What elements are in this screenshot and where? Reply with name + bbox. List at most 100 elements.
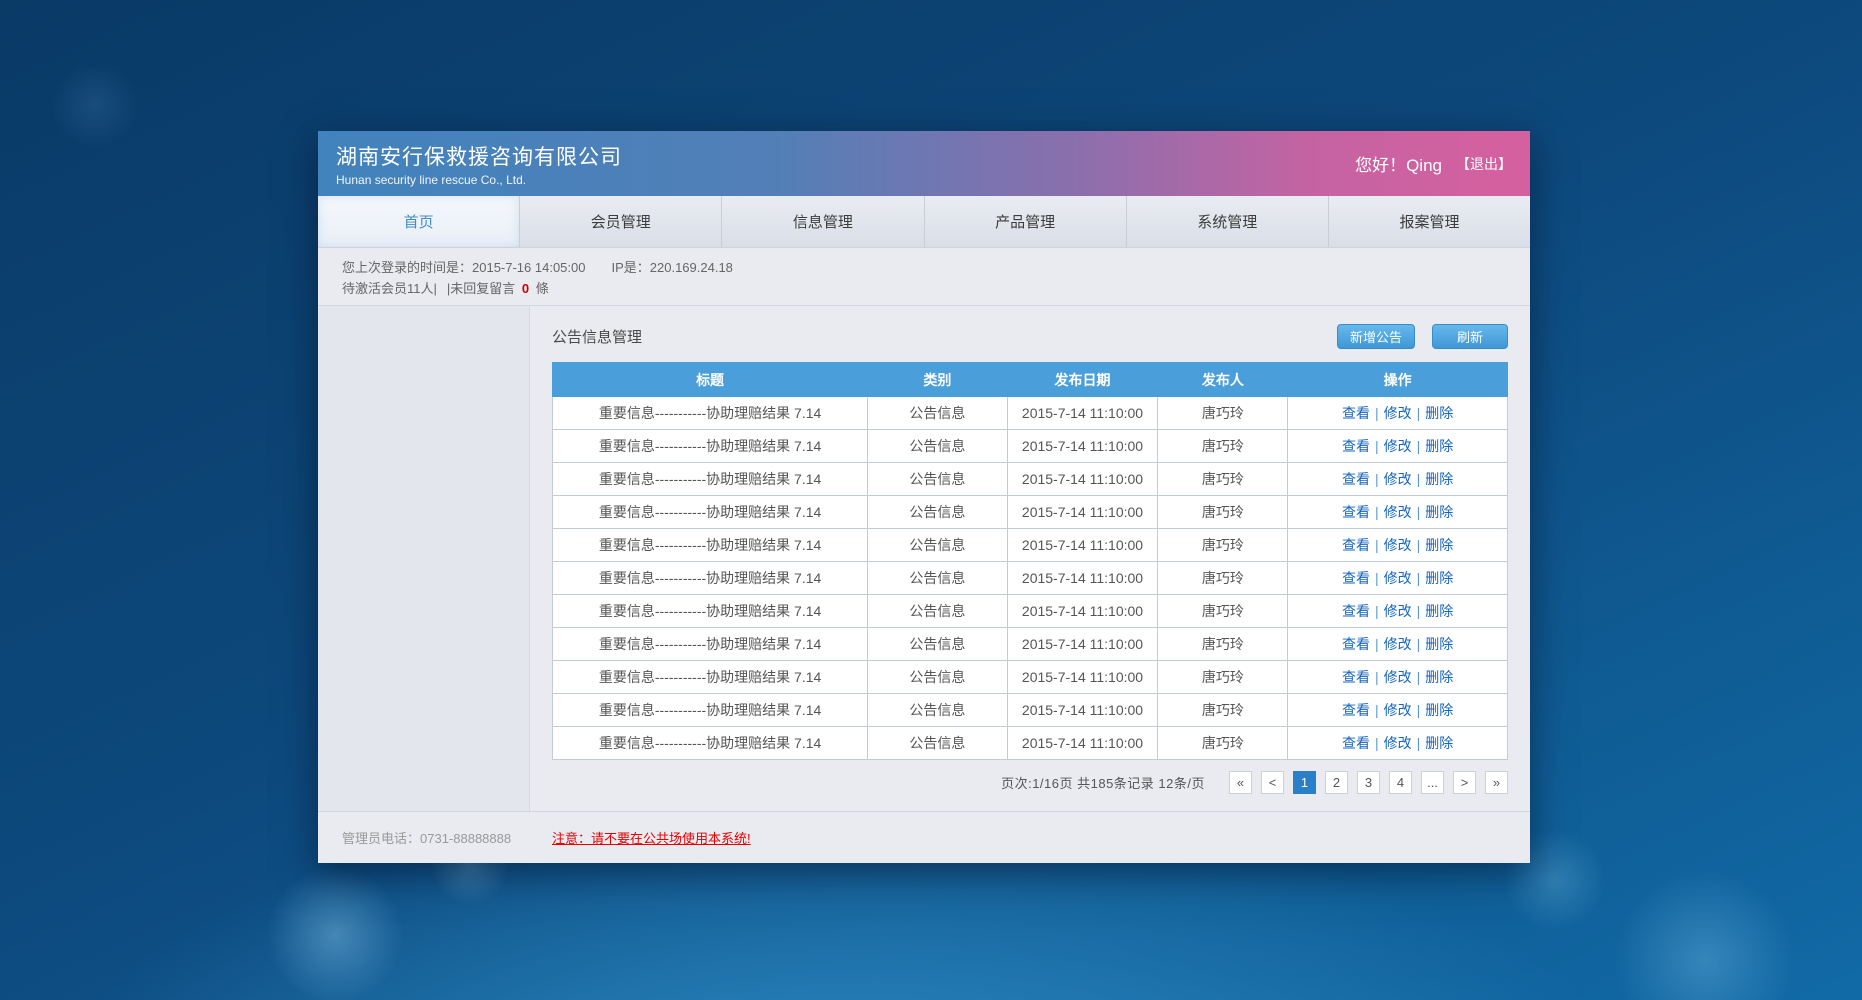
action-separator: | <box>1417 438 1421 454</box>
view-link[interactable]: 查看 <box>1342 504 1370 520</box>
publisher-name: 唐巧玲 <box>1158 463 1288 496</box>
publisher-name: 唐巧玲 <box>1158 430 1288 463</box>
app-header: 湖南安行保救援咨询有限公司 Hunan security line rescue… <box>318 131 1530 196</box>
view-link[interactable]: 查看 <box>1342 405 1370 421</box>
nav-tab-member-management[interactable]: 会员管理 <box>520 196 722 247</box>
company-name: 湖南安行保救援咨询有限公司 <box>336 141 622 171</box>
table-header-row: 标题类别发布日期发布人操作 <box>553 363 1508 397</box>
view-link[interactable]: 查看 <box>1342 570 1370 586</box>
column-header: 标题 <box>553 363 868 397</box>
announcement-title: 重要信息-----------协助理赔结果 7.14 <box>553 595 868 628</box>
company-name-en: Hunan security line rescue Co., Ltd. <box>336 173 622 187</box>
refresh-button[interactable]: 刷新 <box>1432 324 1508 349</box>
delete-link[interactable]: 删除 <box>1425 570 1453 586</box>
greeting-text: 您好！Qing <box>1355 151 1442 176</box>
pagination-bar: 页次:1/16页 共185条记录 12条/页 « <1234... > » <box>552 771 1508 794</box>
delete-link[interactable]: 删除 <box>1425 735 1453 751</box>
edit-link[interactable]: 修改 <box>1384 405 1412 421</box>
announcement-category: 公告信息 <box>868 595 1007 628</box>
view-link[interactable]: 查看 <box>1342 735 1370 751</box>
publish-date: 2015-7-14 11:10:00 <box>1007 430 1158 463</box>
announcement-title: 重要信息-----------协助理赔结果 7.14 <box>553 397 868 430</box>
edit-link[interactable]: 修改 <box>1384 702 1412 718</box>
nav-tab-case-report-management[interactable]: 报案管理 <box>1329 196 1530 247</box>
action-separator: | <box>1375 471 1379 487</box>
app-footer: 管理员电话：0731-88888888 注意：请不要在公共场使用本系统! <box>318 811 1530 863</box>
delete-link[interactable]: 删除 <box>1425 438 1453 454</box>
toolbar: 新增公告 刷新 <box>1337 324 1508 349</box>
edit-link[interactable]: 修改 <box>1384 504 1412 520</box>
action-separator: | <box>1375 504 1379 520</box>
announcement-category: 公告信息 <box>868 661 1007 694</box>
table-row: 重要信息-----------协助理赔结果 7.14公告信息2015-7-14 … <box>553 661 1508 694</box>
publisher-name: 唐巧玲 <box>1158 562 1288 595</box>
edit-link[interactable]: 修改 <box>1384 735 1412 751</box>
action-separator: | <box>1417 603 1421 619</box>
row-actions: 查看|修改|删除 <box>1288 727 1508 760</box>
content-area: 公告信息管理 新增公告 刷新 标题类别发布日期发布人操作 重要信息-------… <box>530 306 1530 811</box>
table-row: 重要信息-----------协助理赔结果 7.14公告信息2015-7-14 … <box>553 496 1508 529</box>
view-link[interactable]: 查看 <box>1342 636 1370 652</box>
edit-link[interactable]: 修改 <box>1384 471 1412 487</box>
app-window: 湖南安行保救援咨询有限公司 Hunan security line rescue… <box>318 131 1530 863</box>
view-link[interactable]: 查看 <box>1342 702 1370 718</box>
delete-link[interactable]: 删除 <box>1425 669 1453 685</box>
prev-page-button[interactable]: < <box>1261 771 1284 794</box>
action-separator: | <box>1375 636 1379 652</box>
publisher-name: 唐巧玲 <box>1158 595 1288 628</box>
table-row: 重要信息-----------协助理赔结果 7.14公告信息2015-7-14 … <box>553 397 1508 430</box>
table-row: 重要信息-----------协助理赔结果 7.14公告信息2015-7-14 … <box>553 562 1508 595</box>
page-button-3[interactable]: 3 <box>1357 771 1380 794</box>
unreplied-count-badge: 0 <box>519 281 532 296</box>
nav-tab-home[interactable]: 首页 <box>318 196 520 247</box>
announcement-title: 重要信息-----------协助理赔结果 7.14 <box>553 694 868 727</box>
edit-link[interactable]: 修改 <box>1384 669 1412 685</box>
announcement-category: 公告信息 <box>868 562 1007 595</box>
pagination-summary: 页次:1/16页 共185条记录 12条/页 <box>1001 773 1205 792</box>
main-nav: 首页会员管理信息管理产品管理系统管理报案管理 <box>318 196 1530 248</box>
action-separator: | <box>1375 570 1379 586</box>
delete-link[interactable]: 删除 <box>1425 504 1453 520</box>
edit-link[interactable]: 修改 <box>1384 570 1412 586</box>
view-link[interactable]: 查看 <box>1342 603 1370 619</box>
publish-date: 2015-7-14 11:10:00 <box>1007 727 1158 760</box>
delete-link[interactable]: 删除 <box>1425 702 1453 718</box>
publisher-name: 唐巧玲 <box>1158 496 1288 529</box>
logout-button[interactable]: 【退出】 <box>1456 154 1512 174</box>
edit-link[interactable]: 修改 <box>1384 438 1412 454</box>
page-button-4[interactable]: 4 <box>1389 771 1412 794</box>
nav-tab-product-management[interactable]: 产品管理 <box>925 196 1127 247</box>
nav-tab-system-management[interactable]: 系统管理 <box>1127 196 1329 247</box>
page-button-2[interactable]: 2 <box>1325 771 1348 794</box>
row-actions: 查看|修改|删除 <box>1288 595 1508 628</box>
edit-link[interactable]: 修改 <box>1384 537 1412 553</box>
next-page-button[interactable]: > <box>1453 771 1476 794</box>
row-actions: 查看|修改|删除 <box>1288 529 1508 562</box>
action-separator: | <box>1375 603 1379 619</box>
delete-link[interactable]: 删除 <box>1425 537 1453 553</box>
page-title: 公告信息管理 <box>552 326 642 347</box>
security-notice: 注意：请不要在公共场使用本系统! <box>552 828 751 847</box>
view-link[interactable]: 查看 <box>1342 438 1370 454</box>
page-button-1[interactable]: 1 <box>1293 771 1316 794</box>
delete-link[interactable]: 删除 <box>1425 603 1453 619</box>
announcement-title: 重要信息-----------协助理赔结果 7.14 <box>553 628 868 661</box>
edit-link[interactable]: 修改 <box>1384 636 1412 652</box>
delete-link[interactable]: 删除 <box>1425 636 1453 652</box>
last-page-button[interactable]: » <box>1485 771 1508 794</box>
action-separator: | <box>1417 636 1421 652</box>
view-link[interactable]: 查看 <box>1342 471 1370 487</box>
publisher-name: 唐巧玲 <box>1158 727 1288 760</box>
announcement-category: 公告信息 <box>868 694 1007 727</box>
view-link[interactable]: 查看 <box>1342 669 1370 685</box>
delete-link[interactable]: 删除 <box>1425 405 1453 421</box>
publisher-name: 唐巧玲 <box>1158 694 1288 727</box>
edit-link[interactable]: 修改 <box>1384 603 1412 619</box>
action-separator: | <box>1375 702 1379 718</box>
view-link[interactable]: 查看 <box>1342 537 1370 553</box>
ellipsis-button[interactable]: ... <box>1421 771 1444 794</box>
add-announcement-button[interactable]: 新增公告 <box>1337 324 1415 349</box>
first-page-button[interactable]: « <box>1229 771 1252 794</box>
nav-tab-information-management[interactable]: 信息管理 <box>722 196 924 247</box>
delete-link[interactable]: 删除 <box>1425 471 1453 487</box>
